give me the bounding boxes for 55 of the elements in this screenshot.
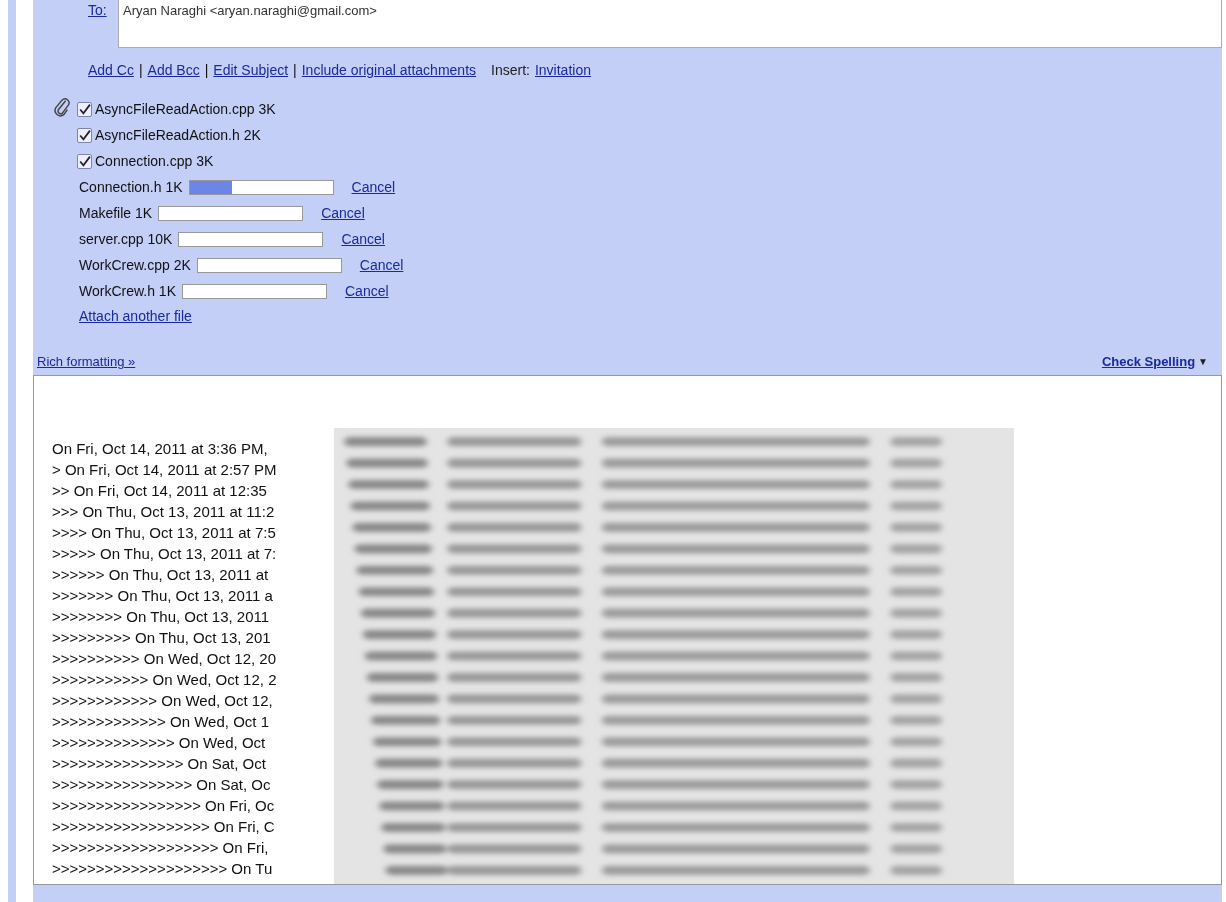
cancel-link[interactable]: Cancel [321,205,365,221]
compose-link[interactable]: Add Bcc [147,62,200,78]
attachment-name: Makefile 1K [79,205,153,221]
attachment-name: Connection.h 1K [79,179,183,195]
quote-line: >>>>>>>>>>>>>>>>>>> On Fri, [52,838,270,858]
quote-line: >>>>>>>>>>>> On Wed, Oct 12, [52,691,274,711]
cancel-link[interactable]: Cancel [341,231,385,247]
quote-line: >>>>> On Thu, Oct 13, 2011 at 7: [52,544,278,564]
separator-text: | [138,62,143,78]
quote-line: On Fri, Oct 14, 2011 at 3:36 PM, [52,439,269,459]
attachment-name: WorkCrew.cpp 2K [79,257,191,273]
quote-line: >>>>>>> On Thu, Oct 13, 2011 a [52,586,274,606]
quote-line: >>>> On Thu, Oct 13, 2011 at 7:5 [52,523,277,543]
checkbox[interactable] [77,127,92,143]
quote-line: >>>>>>>>>>>>>>> On Sat, Oct [52,754,267,774]
quote-line: >>>>>>>>>>>>> On Wed, Oct 1 [52,712,270,732]
attachment-name: WorkCrew.h 1K [79,283,176,299]
cancel-link[interactable]: Cancel [351,179,396,195]
quote-line: >>>>>> On Thu, Oct 13, 2011 at [52,565,270,585]
quote-line: >>> On Thu, Oct 13, 2011 at 11:2 [52,502,276,522]
checkbox[interactable] [77,101,92,117]
quote-line: >>>>>>>>>>>>>>>> On Sat, Oc [52,775,272,795]
separator-text: | [204,62,209,78]
attach-file-link[interactable]: Attach another file [79,308,404,324]
quote-line: >>>>>>>>>> On Wed, Oct 12, 20 [52,649,278,669]
insert-label: Insert: [491,62,530,78]
caret-icon[interactable]: ▼ [1198,356,1208,367]
quote-line: >>>>>>>>>>>>>>>>>>>> On Tu [52,859,274,879]
quote-line: >>>>>>>>>>> On Wed, Oct 12, 2 [52,670,278,690]
attachment-name: AsyncFileReadAction.h 2K [95,127,261,143]
quote-line: >> On Fri, Oct 14, 2011 at 12:35 [52,481,268,501]
message-body[interactable] [33,375,1222,885]
recipients-field[interactable]: Aryan Naraghi <aryan.naraghi@gmail.com> [118,0,1222,48]
compose-link[interactable]: Include original attachments [301,62,477,78]
quote-line: > On Fri, Oct 14, 2011 at 2:57 PM [52,460,278,480]
cancel-link[interactable]: Cancel [359,257,404,273]
quote-line: >>>>>>>>> On Thu, Oct 13, 201 [52,628,272,648]
paperclip-icon [53,96,71,118]
invitation-link[interactable]: Invitation [534,62,591,78]
compose-link[interactable]: Edit Subject [213,62,289,78]
cancel-link[interactable]: Cancel [345,283,389,299]
quote-line: >>>>>>>>>>>>>>>>>> On Fri, C [52,817,276,837]
attachment-name: server.cpp 10K [79,231,173,247]
checkbox[interactable] [77,153,92,169]
separator-text: | [293,62,297,78]
to-link[interactable]: To: [88,2,118,18]
rich-formatting-link[interactable]: Rich formatting » [37,354,136,369]
compose-link[interactable]: Add Cc [88,62,134,78]
quote-line: >>>>>>>>>>>>>> On Wed, Oct [52,733,267,753]
recipient-text: Aryan Naraghi <aryan.naraghi@gmail.com> [123,3,377,18]
quote-line: >>>>>>>> On Thu, Oct 13, 2011 [52,607,271,627]
quote-line: >>>>>>>>>>>>>>>>> On Fri, Oc [52,796,276,816]
attachment-name: Connection.cpp 3K [95,153,214,169]
attachment-name: AsyncFileReadAction.cpp 3K [95,101,276,117]
check-spelling-link[interactable]: Check Spelling [1101,354,1196,369]
